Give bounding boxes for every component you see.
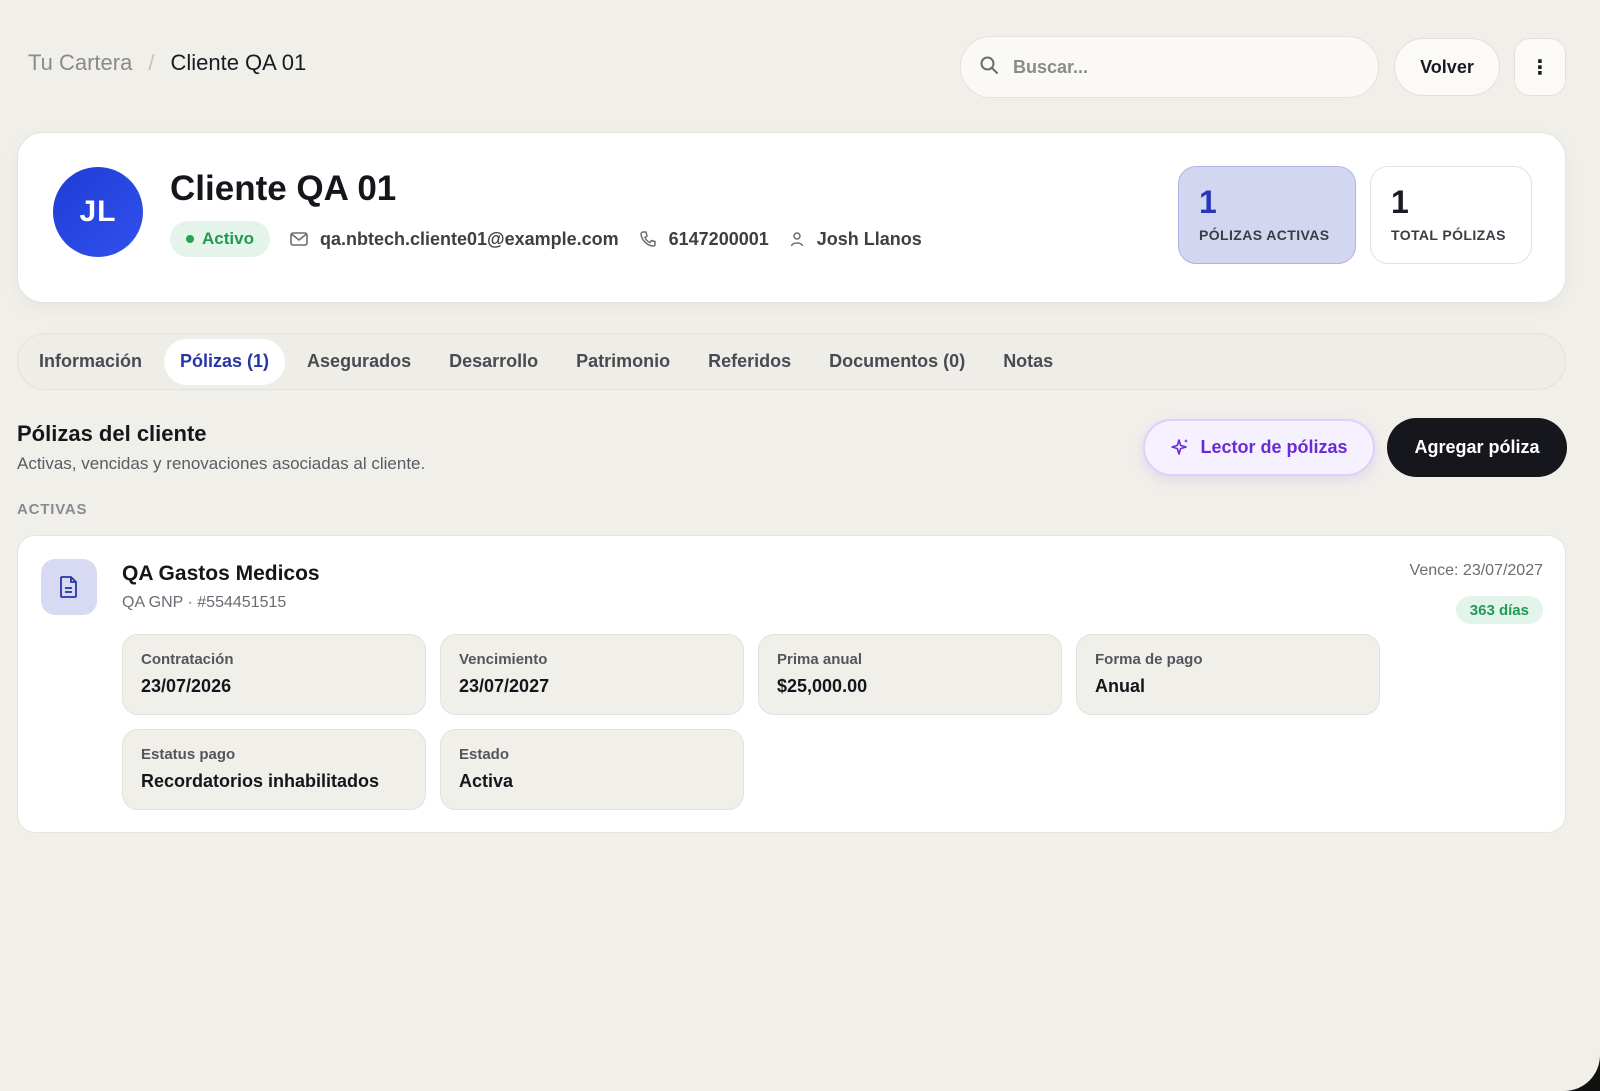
search-box[interactable] xyxy=(960,36,1379,98)
add-policy-button[interactable]: Agregar póliza xyxy=(1387,418,1567,477)
group-label-activas: ACTIVAS xyxy=(17,501,88,518)
document-icon xyxy=(41,559,97,615)
field-value: $25,000.00 xyxy=(777,676,868,696)
policy-due-date: Vence: 23/07/2027 xyxy=(1409,562,1543,579)
status-dot-icon xyxy=(186,235,194,243)
tab-referidos[interactable]: Referidos xyxy=(692,339,807,385)
status-label: Activo xyxy=(202,229,254,248)
policy-name: QA Gastos Medicos xyxy=(122,562,320,585)
field-value: Anual xyxy=(1095,676,1146,696)
window-corner xyxy=(1564,1055,1600,1091)
field-estado: Estado Activa xyxy=(440,729,744,810)
client-name: Cliente QA 01 xyxy=(170,169,397,208)
status-badge: Activo xyxy=(170,221,270,257)
breadcrumb-current: Cliente QA 01 xyxy=(170,50,307,75)
field-prima-anual: Prima anual $25,000.00 xyxy=(758,634,1062,715)
tab-polizas[interactable]: Pólizas (1) xyxy=(164,338,286,385)
breadcrumb: Tu Cartera / Cliente QA 01 xyxy=(28,50,306,76)
section-title: Pólizas del cliente xyxy=(17,421,207,446)
field-label: Forma de pago xyxy=(1095,651,1203,668)
field-value: Activa xyxy=(459,771,514,791)
client-detail-page: Tu Cartera / Cliente QA 01 Volver ⋮ JL C… xyxy=(0,0,1600,1091)
field-contratacion: Contratación 23/07/2026 xyxy=(122,634,426,715)
field-label: Estatus pago xyxy=(141,746,236,763)
client-phone-text: 6147200001 xyxy=(668,228,769,249)
breadcrumb-root-link[interactable]: Tu Cartera xyxy=(28,50,132,76)
top-bar: Tu Cartera / Cliente QA 01 Volver ⋮ xyxy=(17,36,1566,98)
field-value: 23/07/2026 xyxy=(141,676,232,696)
field-vencimiento: Vencimiento 23/07/2027 xyxy=(440,634,744,715)
client-agent: Josh Llanos xyxy=(789,229,922,250)
client-email-text: qa.nbtech.cliente01@example.com xyxy=(319,228,619,249)
field-label: Prima anual xyxy=(777,651,863,668)
client-agent-text: Josh Llanos xyxy=(816,228,922,249)
search-icon xyxy=(979,55,999,80)
client-email: qa.nbtech.cliente01@example.com xyxy=(290,229,619,250)
avatar: JL xyxy=(53,167,143,257)
section-subtitle: Activas, vencidas y renovaciones asociad… xyxy=(17,454,426,473)
tab-bar: Información Pólizas (1) Asegurados Desar… xyxy=(17,333,1566,390)
tab-patrimonio[interactable]: Patrimonio xyxy=(560,339,686,385)
client-summary-card: JL Cliente QA 01 Activo qa.nbtech.client… xyxy=(17,132,1566,303)
stat-total-label: TOTAL PÓLIZAS xyxy=(1391,227,1506,243)
breadcrumb-separator: / xyxy=(148,50,155,75)
tab-asegurados[interactable]: Asegurados xyxy=(291,339,427,385)
user-icon xyxy=(790,232,803,247)
search-input[interactable] xyxy=(1013,56,1353,78)
policy-subtitle: QA GNP · #554451515 xyxy=(122,594,287,611)
field-forma-de-pago: Forma de pago Anual xyxy=(1076,634,1380,715)
stat-total-value: 1 xyxy=(1391,184,1409,220)
more-options-button[interactable]: ⋮ xyxy=(1514,38,1566,96)
days-remaining-badge: 363 días xyxy=(1455,596,1543,624)
stat-total-policies: 1 TOTAL PÓLIZAS xyxy=(1370,166,1532,264)
more-vertical-icon: ⋮ xyxy=(1530,56,1550,79)
mail-icon xyxy=(290,232,308,246)
tab-informacion[interactable]: Información xyxy=(23,339,158,385)
field-label: Vencimiento xyxy=(459,651,548,668)
field-label: Contratación xyxy=(141,651,234,668)
field-value: Recordatorios inhabilitados xyxy=(141,771,380,791)
field-value: 23/07/2027 xyxy=(459,676,550,696)
phone-icon xyxy=(639,231,656,247)
sparkle-icon xyxy=(1171,438,1189,455)
tab-desarrollo[interactable]: Desarrollo xyxy=(433,339,554,385)
policy-reader-label: Lector de pólizas xyxy=(1200,437,1348,457)
stat-active-policies: 1 PÓLIZAS ACTIVAS xyxy=(1178,166,1356,264)
back-button[interactable]: Volver xyxy=(1394,38,1500,96)
tab-notas[interactable]: Notas xyxy=(987,339,1069,385)
client-meta: Activo qa.nbtech.cliente01@example.com 6… xyxy=(170,221,922,257)
stat-active-label: PÓLIZAS ACTIVAS xyxy=(1199,227,1330,243)
policy-reader-button[interactable]: Lector de pólizas xyxy=(1143,419,1375,476)
field-label: Estado xyxy=(459,746,510,763)
policy-card[interactable]: QA Gastos Medicos QA GNP · #554451515 Ve… xyxy=(17,535,1566,833)
client-phone: 6147200001 xyxy=(639,229,769,250)
tab-documentos[interactable]: Documentos (0) xyxy=(813,339,981,385)
stat-active-value: 1 xyxy=(1199,184,1217,220)
field-estatus-pago: Estatus pago Recordatorios inhabilitados xyxy=(122,729,426,810)
